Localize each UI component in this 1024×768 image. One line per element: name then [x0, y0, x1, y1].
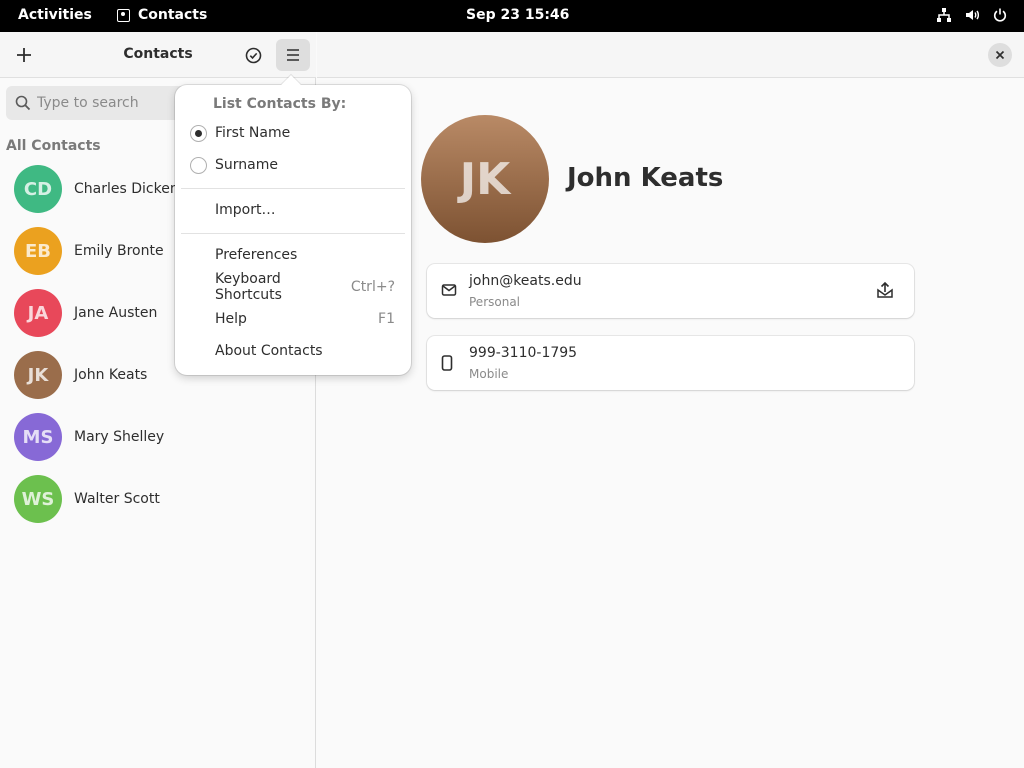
main-menu-button[interactable]	[276, 39, 310, 71]
option-label: Surname	[215, 157, 278, 173]
contact-name: Charles Dickens	[74, 181, 186, 197]
avatar: WS	[14, 475, 62, 523]
option-label: First Name	[215, 125, 291, 141]
phone-value[interactable]: 999-3110-1795	[469, 345, 577, 361]
preferences-menu-item[interactable]: Preferences	[215, 241, 395, 269]
contact-avatar-large: JK	[421, 115, 549, 243]
power-icon	[993, 8, 1007, 22]
contact-detail-pane: JK John Keats john@keats.edu Personal 99…	[317, 32, 1024, 768]
add-contact-button[interactable]	[9, 40, 39, 70]
contacts-app-icon	[117, 8, 130, 22]
check-circle-icon	[245, 47, 261, 63]
email-value[interactable]: john@keats.edu	[469, 273, 582, 289]
menu-item-label: Help	[215, 311, 247, 327]
avatar: CD	[14, 165, 62, 213]
contact-name: Walter Scott	[74, 491, 160, 507]
search-icon	[15, 95, 31, 111]
close-icon	[995, 50, 1005, 60]
sidebar-title: Contacts	[123, 46, 193, 62]
search-input[interactable]	[37, 95, 187, 111]
avatar: MS	[14, 413, 62, 461]
contact-row[interactable]: MS Mary Shelley	[0, 406, 316, 468]
system-tray[interactable]	[936, 7, 1008, 23]
hamburger-icon	[287, 49, 299, 61]
sort-heading: List Contacts By:	[213, 96, 347, 112]
about-menu-item[interactable]: About Contacts	[215, 337, 395, 365]
activities-button[interactable]: Activities	[18, 7, 92, 23]
phone-icon	[441, 355, 453, 371]
contact-name: Jane Austen	[74, 305, 158, 321]
menu-item-label: Import…	[215, 202, 276, 218]
sidebar-header: Contacts	[0, 32, 316, 78]
radio-checked-icon[interactable]	[190, 124, 207, 142]
clock[interactable]: Sep 23 15:46	[466, 7, 569, 23]
send-mail-icon[interactable]	[876, 281, 894, 299]
app-name: Contacts	[138, 7, 208, 23]
close-button[interactable]	[988, 43, 1012, 67]
radio-unchecked-icon[interactable]	[190, 156, 207, 174]
select-contacts-button[interactable]	[238, 40, 268, 70]
avatar: JA	[14, 289, 62, 337]
phone-type: Mobile	[469, 367, 509, 381]
all-contacts-label: All Contacts	[6, 138, 101, 154]
contact-row[interactable]: WS Walter Scott	[0, 468, 316, 530]
phone-card[interactable]: 999-3110-1795 Mobile	[427, 336, 914, 390]
import-menu-item[interactable]: Import…	[215, 196, 395, 224]
app-menu[interactable]: Contacts	[117, 7, 207, 23]
main-menu-popover: List Contacts By: First Name Surname Imp…	[175, 75, 411, 375]
mail-icon	[441, 284, 457, 296]
network-icon	[937, 8, 951, 22]
detail-header	[317, 32, 1024, 78]
shortcut-accelerator: Ctrl+?	[350, 279, 395, 295]
menu-item-label: Preferences	[215, 247, 298, 263]
contact-name: John Keats	[74, 367, 148, 383]
top-bar: Activities Contacts Sep 23 15:46	[0, 0, 1024, 32]
contact-name: Emily Bronte	[74, 243, 164, 259]
shortcut-accelerator: F1	[378, 311, 395, 327]
help-menu-item[interactable]: Help F1	[215, 305, 395, 333]
plus-icon	[17, 48, 31, 62]
email-type: Personal	[469, 295, 521, 309]
contact-name: Mary Shelley	[74, 429, 165, 445]
menu-separator	[181, 233, 405, 234]
menu-item-label: About Contacts	[215, 343, 323, 359]
volume-icon	[966, 10, 980, 20]
menu-item-label: Keyboard Shortcuts	[215, 271, 282, 303]
sort-surname-option[interactable]: Surname	[190, 151, 400, 179]
email-card[interactable]: john@keats.edu Personal	[427, 264, 914, 318]
contact-full-name: John Keats	[567, 163, 724, 193]
avatar: EB	[14, 227, 62, 275]
sort-first-name-option[interactable]: First Name	[190, 119, 400, 147]
keyboard-shortcuts-menu-item[interactable]: Keyboard Shortcuts Ctrl+?	[215, 271, 395, 303]
avatar: JK	[14, 351, 62, 399]
menu-separator	[181, 188, 405, 189]
